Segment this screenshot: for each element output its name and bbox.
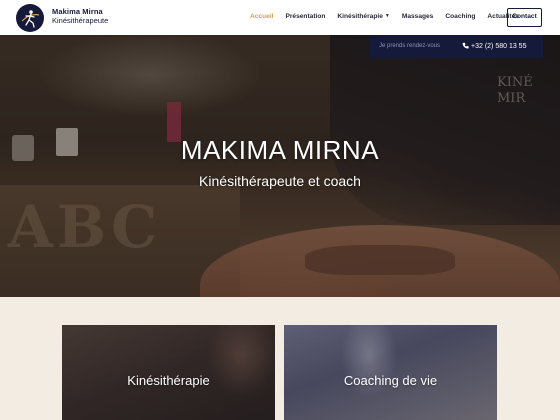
hero-title: MAKIMA MIRNA — [180, 135, 380, 165]
hero-subtitle: Kinésithérapeute et coach — [199, 173, 361, 189]
contact-button[interactable]: Contact — [507, 8, 542, 27]
nav-item-presentation[interactable]: Présentation — [285, 13, 325, 23]
nav-item-massages[interactable]: Massages — [402, 13, 434, 23]
chevron-down-icon: ▼ — [384, 13, 390, 19]
card-kinesitherapie[interactable]: Kinésithérapie — [62, 325, 275, 420]
appointment-bar: Je prends rendez-vous +32 (2) 580 13 55 — [370, 35, 543, 58]
appointment-text[interactable]: Je prends rendez-vous — [379, 43, 440, 49]
phone-icon — [462, 42, 469, 51]
card-coaching[interactable]: Coaching de vie — [284, 325, 497, 420]
hero-overlay — [0, 35, 560, 297]
brand-subtitle[interactable]: Kinésithérapeute — [52, 16, 108, 25]
hero-banner: ABC KINÉ MIR Je prends rendez-vous +32 (… — [0, 35, 560, 297]
nav-item-kinesitherapie-label: Kinésithérapie — [337, 13, 383, 20]
phone-link[interactable]: +32 (2) 580 13 55 — [462, 42, 526, 51]
nav-item-accueil[interactable]: Accueil — [250, 13, 273, 23]
main-nav: Accueil Présentation Kinésithérapie ▼ Mas… — [250, 13, 531, 23]
nav-item-kinesitherapie[interactable]: Kinésithérapie ▼ — [337, 13, 389, 23]
phone-number: +32 (2) 580 13 55 — [471, 43, 527, 50]
site-header: Makima Mirna Kinésithérapeute Accueil Pr… — [0, 0, 560, 35]
card-kinesitherapie-label: Kinésithérapie — [127, 373, 210, 388]
runner-logo-icon[interactable] — [16, 4, 44, 32]
brand-name[interactable]: Makima Mirna — [52, 7, 103, 16]
card-coaching-label: Coaching de vie — [343, 373, 438, 388]
nav-item-coaching[interactable]: Coaching — [445, 13, 475, 23]
